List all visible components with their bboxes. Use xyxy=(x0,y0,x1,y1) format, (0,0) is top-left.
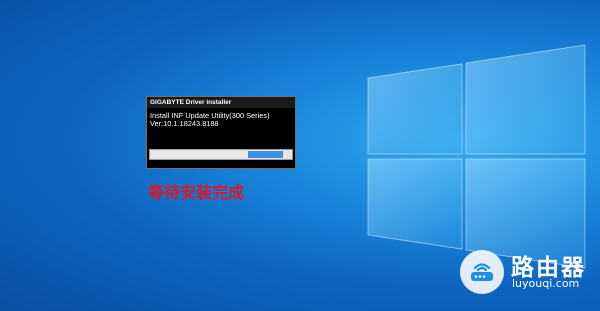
status-message: 等待安装完成 xyxy=(148,183,245,202)
watermark: 路由器 luyouqi.com xyxy=(460,250,590,295)
watermark-domain: luyouqi.com xyxy=(512,277,580,290)
router-icon xyxy=(460,250,504,294)
installer-title-bar: GIGABYTE Driver installer xyxy=(147,97,295,108)
install-progress-bar xyxy=(149,149,293,160)
desktop: GIGABYTE Driver installer Install INF Up… xyxy=(0,0,600,311)
driver-installer-window: GIGABYTE Driver installer Install INF Up… xyxy=(146,96,296,169)
installer-version: Ver:10.1.18243.8188 xyxy=(150,119,219,128)
install-progress-fill xyxy=(247,151,284,158)
